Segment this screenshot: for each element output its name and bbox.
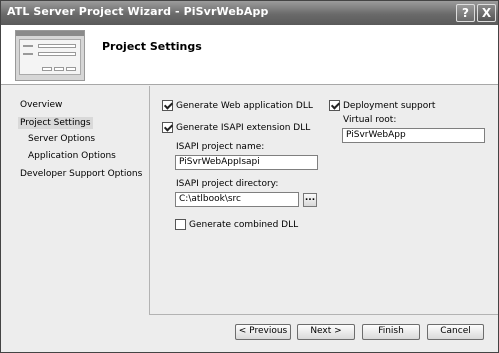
generate-combined-dll-label: Generate combined DLL [189,220,299,230]
sidebar-item-server-options[interactable]: Server Options [28,134,95,144]
generate-web-dll-checkbox[interactable] [162,100,173,111]
cancel-button[interactable]: Cancel [427,324,484,340]
sidebar-item-application-options[interactable]: Application Options [28,151,116,161]
wizard-banner-image [15,30,85,81]
deployment-support-checkbox[interactable] [329,100,340,111]
generate-web-dll-label: Generate Web application DLL [176,101,313,111]
sidebar-item-overview[interactable]: Overview [20,100,62,110]
finish-button[interactable]: Finish [362,324,420,340]
isapi-directory-input[interactable]: C:\atlbook\src [175,192,299,207]
browse-directory-button[interactable]: ... [303,193,317,207]
close-button[interactable]: X [477,4,496,22]
isapi-name-input[interactable]: PiSvrWebAppIsapi [175,155,318,170]
window-title: ATL Server Project Wizard - PiSvrWebApp [7,5,269,18]
generate-isapi-dll-label: Generate ISAPI extension DLL [176,123,311,133]
title-bar[interactable]: ATL Server Project Wizard - PiSvrWebApp … [1,1,498,25]
deployment-support-label: Deployment support [343,101,436,111]
virtual-root-label: Virtual root: [343,115,397,125]
previous-button[interactable]: < Previous [235,324,291,340]
page-title: Project Settings [102,40,202,53]
generate-isapi-dll-checkbox[interactable] [162,122,173,133]
generate-combined-dll-checkbox[interactable] [175,219,186,230]
isapi-directory-label: ISAPI project directory: [176,179,279,189]
virtual-root-input[interactable]: PiSvrWebApp [342,128,485,143]
sidebar-item-developer-support-options[interactable]: Developer Support Options [20,169,142,179]
sidebar-divider [149,86,150,314]
next-button[interactable]: Next > [297,324,355,340]
isapi-name-label: ISAPI project name: [176,142,265,152]
help-button[interactable]: ? [456,4,475,22]
wizard-window: ATL Server Project Wizard - PiSvrWebApp … [0,0,499,353]
wizard-header: Project Settings [1,25,498,85]
sidebar-item-project-settings[interactable]: Project Settings [18,117,93,129]
